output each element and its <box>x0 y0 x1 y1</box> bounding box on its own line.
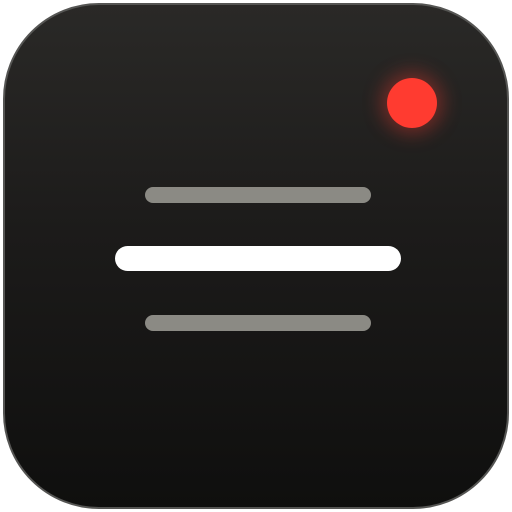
menu-line-bottom <box>145 315 371 331</box>
notification-dot-icon <box>387 78 437 128</box>
menu-line-middle <box>115 246 401 271</box>
menu-line-top <box>145 187 371 203</box>
app-icon[interactable] <box>3 3 509 509</box>
canvas <box>0 0 512 512</box>
